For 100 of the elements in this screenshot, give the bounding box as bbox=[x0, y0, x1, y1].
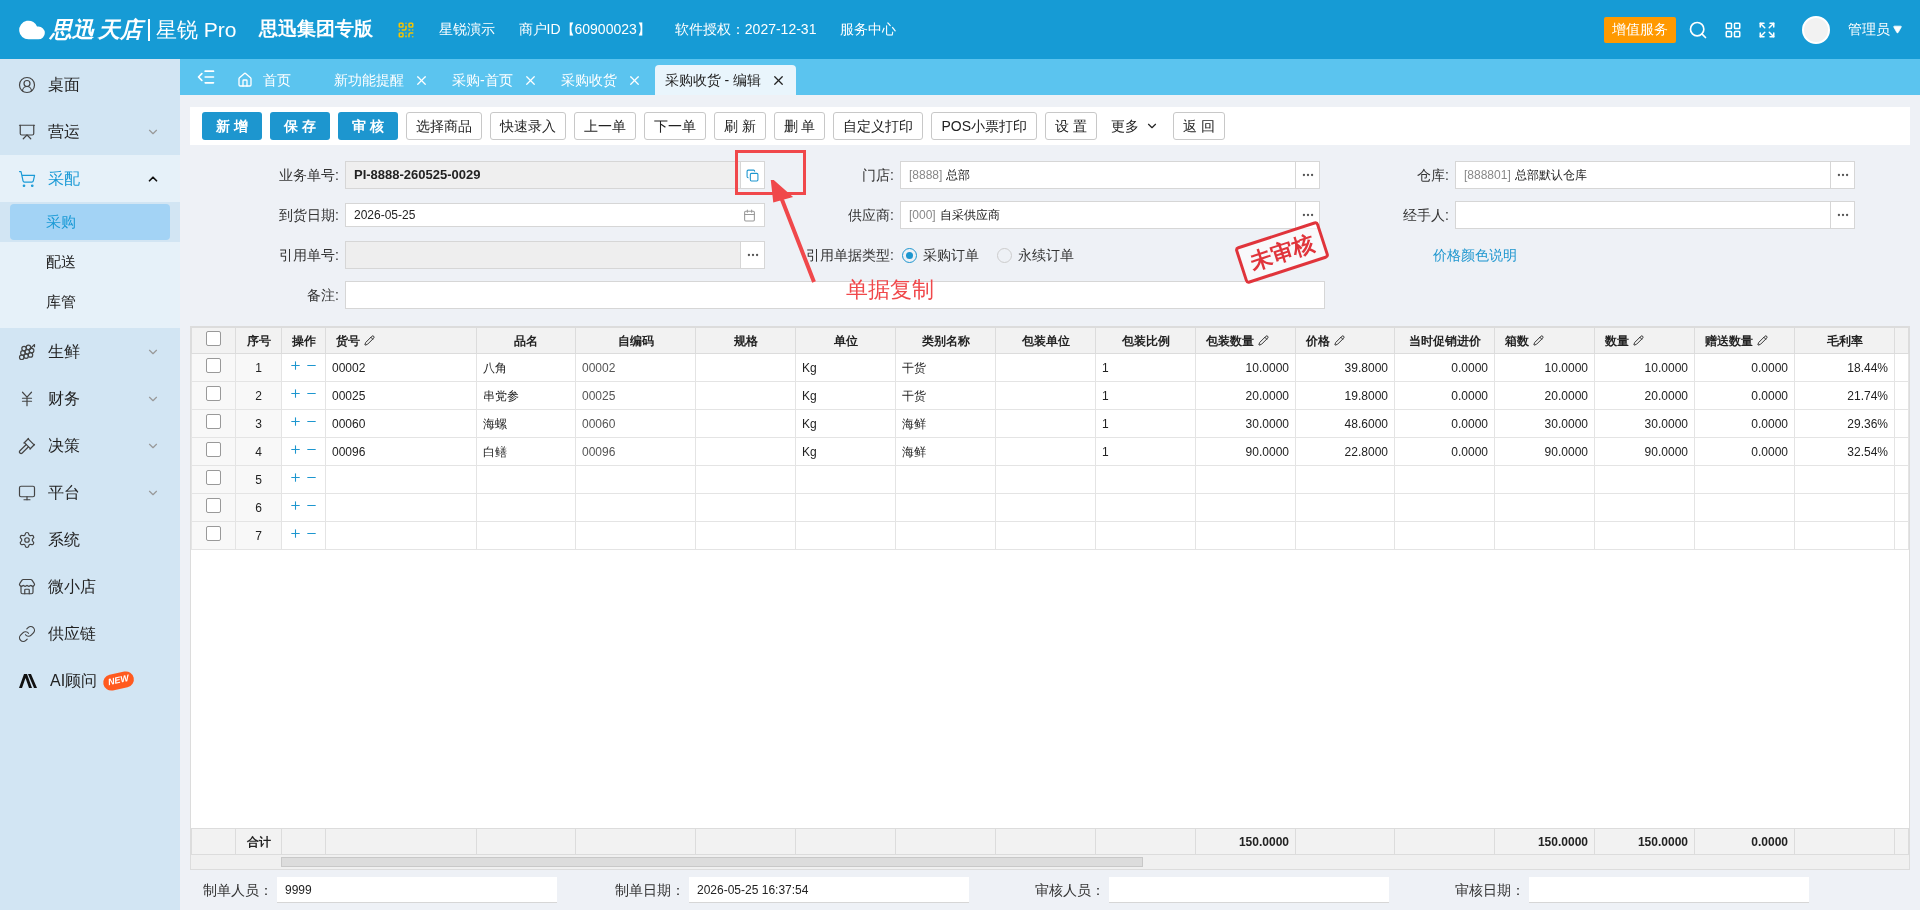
toolbar-button[interactable]: 刷 新 bbox=[713, 112, 766, 140]
field-label: 供应商: bbox=[847, 205, 895, 225]
toolbar-button[interactable]: POS小票打印 bbox=[931, 112, 1038, 140]
field-label: 制单人员： bbox=[202, 880, 274, 900]
more-menu-button[interactable]: 更多 bbox=[1104, 112, 1165, 140]
link-icon bbox=[18, 624, 36, 643]
table-cell: 32.54% bbox=[1847, 444, 1888, 459]
table-cell: Kg bbox=[802, 360, 817, 375]
checkbox[interactable] bbox=[206, 469, 221, 485]
sidebar-item[interactable]: 营运 bbox=[0, 108, 180, 155]
sidebar-item-label: 生鲜 bbox=[48, 341, 80, 362]
document-number-field[interactable]: PI-8888-260525-0029 bbox=[345, 161, 765, 189]
checkbox[interactable] bbox=[206, 385, 221, 401]
avatar[interactable] bbox=[1802, 15, 1830, 44]
table-cell: 0.0000 bbox=[1751, 416, 1788, 431]
field-value: 9999 bbox=[285, 881, 312, 899]
sidebar-item[interactable]: 桌面 bbox=[0, 61, 180, 108]
checkbox[interactable] bbox=[206, 525, 221, 541]
fullscreen-icon[interactable] bbox=[1758, 20, 1776, 39]
table-cell: 0.0000 bbox=[1751, 444, 1788, 459]
table-cell: 10.0000 bbox=[1544, 360, 1588, 375]
sidebar-item[interactable]: 决策 bbox=[0, 422, 180, 469]
cart-icon bbox=[18, 169, 36, 188]
sidebar-item-label: 决策 bbox=[48, 435, 80, 456]
copy-button[interactable] bbox=[740, 162, 764, 188]
sidebar-item[interactable]: 微小店 bbox=[0, 563, 180, 610]
table-cell: 海鲜 bbox=[902, 416, 926, 431]
tab[interactable]: 采购收货 - 编辑 bbox=[654, 65, 797, 95]
table-cell: 30.0000 bbox=[1644, 416, 1688, 431]
add-row-button[interactable] bbox=[289, 358, 302, 372]
table-cell: 4 bbox=[255, 444, 262, 459]
remark-field[interactable] bbox=[345, 281, 1325, 309]
sidebar-item[interactable]: 供应链 bbox=[0, 610, 180, 657]
add-row-button[interactable] bbox=[289, 470, 302, 484]
checkbox[interactable] bbox=[206, 441, 221, 457]
lookup-field[interactable]: [888801] 总部默认仓库 bbox=[1455, 161, 1855, 189]
date-field[interactable]: 2026-05-25 bbox=[345, 203, 765, 227]
input-field[interactable] bbox=[1529, 877, 1809, 903]
column-header: 自编码 bbox=[575, 327, 696, 354]
input-field[interactable]: 9999 bbox=[277, 877, 557, 903]
input-field[interactable]: 2026-05-25 16:37:54 bbox=[689, 877, 969, 903]
toolbar-button[interactable]: 选择商品 bbox=[405, 112, 482, 140]
submenu-item[interactable]: 配送 bbox=[10, 244, 170, 280]
add-row-button[interactable] bbox=[289, 414, 302, 428]
toolbar-button[interactable]: 快速录入 bbox=[489, 112, 566, 140]
table-cell: Kg bbox=[802, 444, 817, 459]
field-label: 业务单号: bbox=[278, 165, 340, 185]
toolbar-button[interactable]: 上一单 bbox=[573, 112, 636, 140]
search-icon[interactable] bbox=[1688, 19, 1708, 40]
table-cell: 10.0000 bbox=[1245, 360, 1289, 375]
table-cell: 1 bbox=[1102, 388, 1109, 403]
sidebar-item[interactable]: AI顾问 NEW bbox=[0, 657, 180, 704]
radio-label: 采购订单 bbox=[923, 245, 979, 265]
sidebar-item[interactable]: 生鲜 bbox=[0, 328, 180, 375]
table-cell: 海鲜 bbox=[902, 444, 926, 459]
checkbox[interactable] bbox=[206, 357, 221, 373]
toolbar-button[interactable]: 设 置 bbox=[1045, 112, 1097, 140]
table-cell: 0.0000 bbox=[1451, 360, 1488, 375]
column-header: 单位 bbox=[795, 327, 896, 354]
toolbar-button[interactable]: 返 回 bbox=[1172, 112, 1225, 140]
add-row-button[interactable] bbox=[289, 442, 302, 456]
sidebar-item-label: 微小店 bbox=[48, 576, 96, 597]
input-field[interactable] bbox=[1109, 877, 1389, 903]
sidebar-item[interactable]: 财务 bbox=[0, 375, 180, 422]
column-header: 规格 bbox=[695, 327, 796, 354]
horizontal-scrollbar[interactable] bbox=[191, 855, 1909, 869]
toolbar-button[interactable]: 下一单 bbox=[643, 112, 706, 140]
qr-code-icon[interactable] bbox=[396, 20, 415, 39]
sidebar-item-label: 营运 bbox=[48, 121, 80, 142]
toolbar-button[interactable]: 删 单 bbox=[773, 112, 826, 140]
column-header: 价格 bbox=[1295, 327, 1395, 354]
table-cell: 19.8000 bbox=[1344, 388, 1388, 403]
table-cell: 20.0000 bbox=[1245, 388, 1289, 403]
grid-icon[interactable] bbox=[1724, 20, 1742, 39]
table-cell: 30.0000 bbox=[1245, 416, 1289, 431]
total-cell: 0.0000 bbox=[1751, 834, 1788, 849]
checkbox[interactable] bbox=[206, 413, 221, 429]
menu-collapse-icon[interactable] bbox=[196, 67, 216, 87]
calendar-icon[interactable] bbox=[743, 208, 756, 222]
add-row-button[interactable] bbox=[289, 386, 302, 400]
field-label: 审核人员： bbox=[1034, 880, 1106, 900]
column-header: 箱数 bbox=[1494, 327, 1595, 354]
add-row-button[interactable] bbox=[289, 498, 302, 512]
sidebar-item[interactable]: 平台 bbox=[0, 469, 180, 516]
column-header: 序号 bbox=[235, 327, 282, 354]
store-icon bbox=[18, 577, 36, 596]
checkbox[interactable] bbox=[206, 497, 221, 513]
add-row-button[interactable] bbox=[289, 526, 302, 540]
lookup-field[interactable]: [000] 自采供应商 bbox=[900, 201, 1320, 229]
totals-label: 合计 bbox=[246, 834, 271, 849]
submenu-item[interactable]: 库管 bbox=[10, 284, 170, 320]
toolbar-button[interactable]: 自定义打印 bbox=[833, 112, 924, 140]
sidebar-item[interactable]: 系统 bbox=[0, 516, 180, 563]
checkbox[interactable] bbox=[206, 330, 221, 346]
column-header: 数量 bbox=[1594, 327, 1695, 354]
table-cell: 7 bbox=[255, 528, 262, 543]
table-cell: 0.0000 bbox=[1451, 444, 1488, 459]
annotation-text: 单据复制 bbox=[846, 276, 934, 304]
lookup-field[interactable]: [8888] 总部 bbox=[900, 161, 1320, 189]
lookup-field[interactable] bbox=[1455, 201, 1855, 229]
